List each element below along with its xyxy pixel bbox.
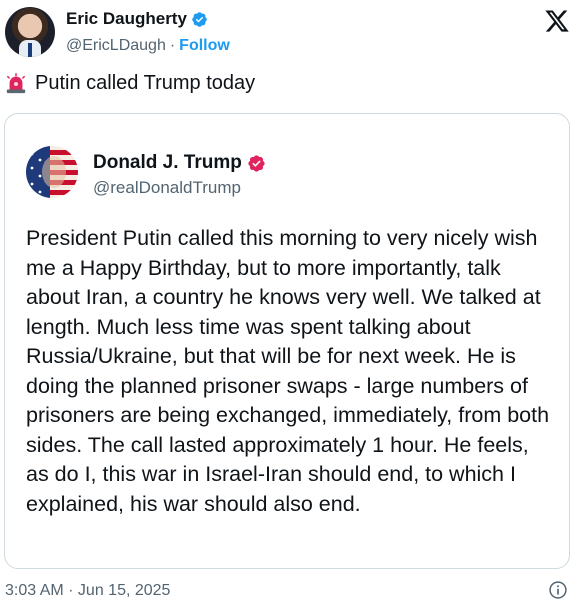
tweet-text-row: Putin called Trump today bbox=[5, 72, 255, 95]
verified-badge-icon bbox=[248, 154, 265, 172]
author-handle[interactable]: @EricLDaugh bbox=[66, 37, 166, 55]
follow-button[interactable]: Follow bbox=[179, 37, 230, 55]
siren-icon bbox=[6, 72, 26, 93]
tweet-header: Eric Daugherty @EricLDaugh · Follow bbox=[0, 0, 578, 66]
post-timestamp[interactable]: 3:03 AM · Jun 15, 2025 bbox=[5, 582, 170, 600]
quoted-name-row: Donald J. Trump bbox=[93, 152, 266, 174]
quoted-author-name[interactable]: Donald J. Trump bbox=[93, 152, 242, 174]
x-logo-icon[interactable] bbox=[544, 8, 570, 34]
avatar-tie bbox=[28, 43, 32, 57]
author-name-row: Eric Daugherty bbox=[66, 9, 208, 29]
author-name[interactable]: Eric Daugherty bbox=[66, 9, 187, 29]
tweet-text: Putin called Trump today bbox=[35, 72, 256, 94]
info-icon[interactable] bbox=[548, 580, 568, 600]
quoted-post-body: President Putin called this morning to v… bbox=[26, 226, 550, 516]
flag-portrait-icon bbox=[26, 146, 78, 198]
handle-separator: · bbox=[169, 37, 176, 54]
quoted-author-avatar[interactable] bbox=[26, 146, 78, 198]
author-handle-row: @EricLDaugh · Follow bbox=[66, 37, 230, 55]
quoted-post-card[interactable]: Donald J. Trump @realDonaldTrump Preside… bbox=[4, 113, 570, 569]
author-avatar[interactable] bbox=[5, 7, 55, 57]
quoted-author-handle[interactable]: @realDonaldTrump bbox=[93, 178, 241, 198]
verified-badge-icon bbox=[192, 11, 207, 27]
